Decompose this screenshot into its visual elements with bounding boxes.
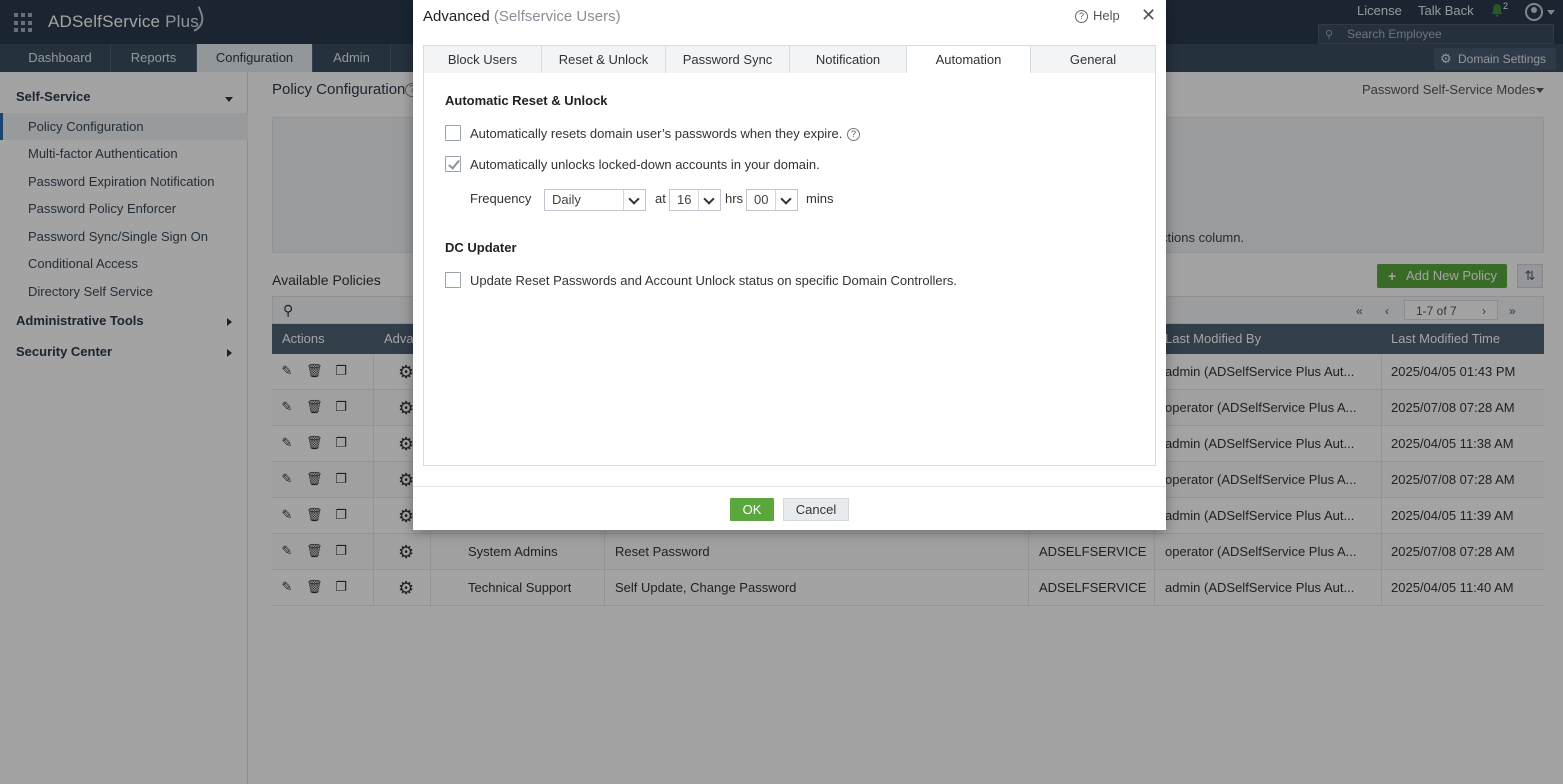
automation-panel: Automatic Reset & Unlock Automatically r…: [423, 73, 1156, 466]
minutes-value: 00: [754, 192, 769, 207]
dc-update-checkbox[interactable]: [445, 272, 461, 288]
chevron-down-icon: [775, 190, 797, 210]
tab-automation[interactable]: Automation: [907, 46, 1031, 75]
dialog-footer: OK Cancel: [413, 486, 1166, 530]
close-icon[interactable]: ✕: [1141, 5, 1156, 26]
dialog-tabs: Block Users Reset & Unlock Password Sync…: [423, 45, 1156, 75]
chevron-down-icon: [623, 190, 645, 210]
auto-reset-checkbox[interactable]: [445, 125, 461, 141]
dialog-title: Advanced (Selfservice Users): [423, 8, 621, 25]
cancel-button[interactable]: Cancel: [783, 498, 849, 521]
section-auto-reset-unlock: Automatic Reset & Unlock: [445, 93, 608, 108]
frequency-value: Daily: [552, 192, 581, 207]
advanced-dialog: Advanced (Selfservice Users) ? Help ✕ Blo…: [413, 0, 1166, 530]
hours-select[interactable]: 16: [669, 189, 721, 211]
auto-reset-label: Automatically resets domain user’s passw…: [470, 126, 843, 141]
hrs-label: hrs: [725, 191, 744, 206]
mins-label: mins: [806, 191, 834, 206]
tab-password-sync[interactable]: Password Sync: [666, 46, 790, 74]
dialog-subtitle: (Selfservice Users): [493, 8, 621, 25]
chevron-down-icon: [698, 190, 720, 210]
minutes-select[interactable]: 00: [746, 189, 798, 211]
dialog-help-link[interactable]: ? Help: [1075, 8, 1120, 23]
tab-reset-unlock[interactable]: Reset & Unlock: [542, 46, 666, 74]
auto-unlock-label: Automatically unlocks locked-down accoun…: [470, 157, 820, 172]
tab-general[interactable]: General: [1031, 46, 1155, 74]
auto-unlock-checkbox[interactable]: [445, 156, 461, 172]
ok-button[interactable]: OK: [730, 498, 774, 521]
tab-block-users[interactable]: Block Users: [424, 46, 542, 74]
at-label: at: [655, 191, 666, 206]
help-icon: ?: [1075, 10, 1088, 23]
hours-value: 16: [677, 192, 692, 207]
section-dc-updater: DC Updater: [445, 240, 517, 255]
dialog-help-label: Help: [1093, 8, 1120, 23]
frequency-select[interactable]: Daily: [544, 189, 646, 211]
help-icon[interactable]: ?: [847, 128, 860, 141]
frequency-label: Frequency: [470, 191, 532, 206]
dc-update-label: Update Reset Passwords and Account Unloc…: [470, 273, 958, 288]
tab-notification[interactable]: Notification: [790, 46, 907, 74]
dialog-title-text: Advanced: [423, 8, 490, 25]
